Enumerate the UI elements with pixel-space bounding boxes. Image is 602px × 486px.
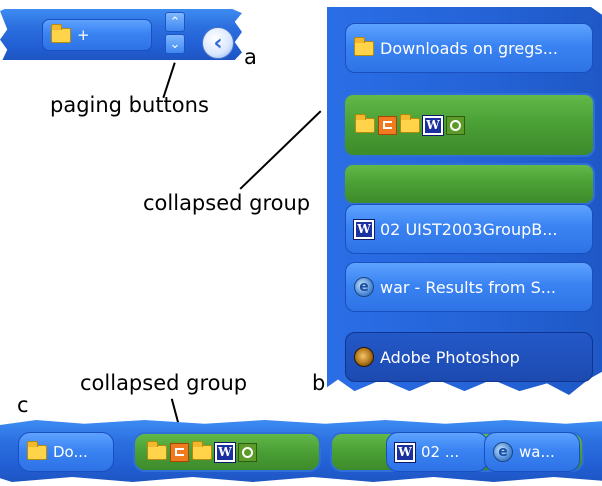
word-icon: W <box>214 441 236 463</box>
clock-icon <box>446 115 465 135</box>
powerpoint-icon <box>170 442 189 462</box>
chevron-down-icon: ⌄ <box>169 36 181 52</box>
powerpoint-icon <box>378 115 397 135</box>
folder-button-label: + <box>77 26 90 44</box>
folder-icon <box>400 113 420 133</box>
task-label: war - Results from S... <box>380 277 557 297</box>
folder-icon <box>192 440 212 460</box>
photoshop-icon <box>354 347 374 367</box>
task-button-downloads[interactable]: Do... <box>18 432 114 472</box>
folder-icon <box>147 440 167 460</box>
task-button-word-doc[interactable]: W 02 ... <box>386 432 488 472</box>
task-button-ie-war[interactable]: e war - Results from S... <box>345 262 593 312</box>
folder-icon <box>354 36 374 56</box>
folder-icon <box>355 113 375 133</box>
task-label: Downloads on gregs... <box>380 38 558 58</box>
folder-icon <box>27 440 47 460</box>
taskbar-fragment-b: Downloads on gregs... W W 02 UIST2003Gro… <box>327 7 602 395</box>
ie-icon: e <box>354 277 374 297</box>
ie-icon: e <box>493 442 513 462</box>
callout-collapsed-group-b: collapsed group <box>143 191 311 215</box>
callout-line-group-b <box>239 110 322 190</box>
task-button-downloads[interactable]: Downloads on gregs... <box>345 23 593 73</box>
taskbar-folder-button[interactable]: + <box>42 19 152 51</box>
page-down-button[interactable]: ⌄ <box>165 34 185 54</box>
task-button-ie-war[interactable]: e wa... <box>484 432 580 472</box>
panel-a-letter: a <box>244 45 257 69</box>
panel-b-letter: b <box>312 371 326 395</box>
task-button-word-doc[interactable]: W 02 UIST2003GroupB... <box>345 204 593 254</box>
task-label: 02 UIST2003GroupB... <box>380 219 558 239</box>
chevron-left-icon: ‹ <box>213 30 223 56</box>
collapsed-group-button[interactable]: W <box>343 93 595 157</box>
expanded-group-header[interactable] <box>343 163 595 205</box>
callout-paging-buttons: paging buttons <box>50 93 209 117</box>
taskbar-fragment-a: + ⌃ ⌄ ‹ <box>0 9 242 60</box>
task-label: wa... <box>519 443 555 461</box>
task-button-photoshop[interactable]: Adobe Photoshop <box>345 332 593 382</box>
callout-collapsed-group-c: collapsed group <box>80 371 248 395</box>
folder-icon <box>51 23 71 43</box>
task-label: 02 ... <box>421 443 460 461</box>
word-icon: W <box>353 218 375 240</box>
page-up-button[interactable]: ⌃ <box>165 12 185 32</box>
chevron-up-icon: ⌃ <box>169 14 181 30</box>
word-icon: W <box>422 114 444 136</box>
taskbar-fragment-c: Do... W W 02 ... e wa... <box>0 414 602 486</box>
task-label: Adobe Photoshop <box>380 347 520 367</box>
word-icon: W <box>394 441 416 463</box>
collapsed-group-button[interactable]: W <box>133 432 321 472</box>
clock-icon <box>238 442 257 462</box>
back-button[interactable]: ‹ <box>202 27 234 59</box>
task-label: Do... <box>53 443 88 461</box>
